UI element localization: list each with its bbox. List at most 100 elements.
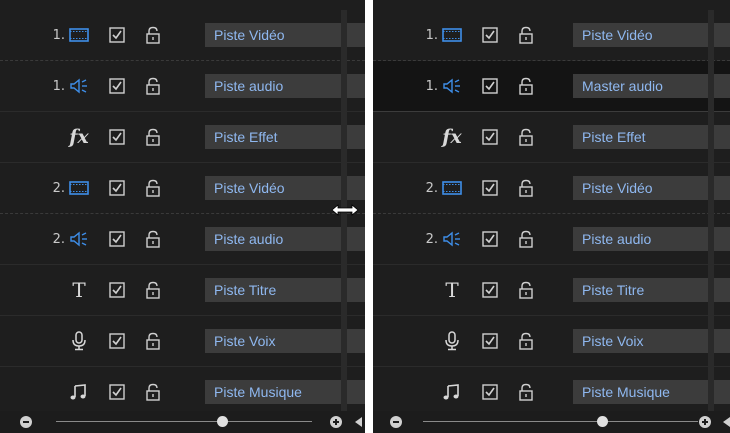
fx-icon: fx [442,126,462,148]
track-row-video[interactable]: 2. Piste Vidéo [0,163,365,214]
unlocked-padlock-icon[interactable] [517,332,535,350]
track-row-audio[interactable]: 1. Piste audio [0,61,365,112]
zoom-out-icon[interactable] [390,416,402,428]
speaker-icon [68,230,90,248]
zoom-slider-knob[interactable] [596,416,608,427]
music-glyph [443,384,459,400]
zoom-in-icon[interactable] [330,416,342,428]
music-glyph [70,384,86,400]
track-name-field[interactable]: Piste Titre [573,278,730,302]
film-glyph [442,181,462,195]
track-row-video[interactable]: 2. Piste Vidéo [373,163,730,214]
speaker-icon [441,230,463,248]
checkbox-icon[interactable] [108,26,126,44]
track-row-title[interactable]: T Piste Titre [0,265,365,316]
track-row-video[interactable]: 1. Piste Vidéo [0,10,365,61]
track-row-title[interactable]: T Piste Titre [373,265,730,316]
unlocked-padlock-icon[interactable] [517,77,535,95]
microphone-icon [68,331,90,351]
checkbox-icon[interactable] [108,179,126,197]
scroll-left-arrow-icon[interactable] [723,417,730,427]
unlocked-padlock-icon[interactable] [517,281,535,299]
title-icon: T [445,278,459,302]
microphone-icon [441,331,463,351]
checkbox-icon[interactable] [108,230,126,248]
track-index: 2. [52,180,65,196]
track-list: 1. Piste Vidéo 1. Piste audio fx Piste Eff… [0,10,365,418]
speaker-glyph [70,231,87,247]
track-row-voice[interactable]: Piste Voix [373,316,730,367]
track-name-field[interactable]: Piste audio [573,227,730,251]
speaker-icon [441,77,463,95]
track-row-audio[interactable]: 2. Piste audio [373,214,730,265]
zoom-slider-knob[interactable] [217,416,229,427]
zoom-in-icon[interactable] [699,416,711,428]
unlocked-padlock-icon[interactable] [517,128,535,146]
unlocked-padlock-icon[interactable] [517,383,535,401]
track-row-audio[interactable]: 1. Master audio [373,61,730,112]
track-name-field[interactable]: Master audio [573,74,730,98]
checkbox-icon[interactable] [481,383,499,401]
checkbox-icon[interactable] [108,281,126,299]
track-name-field[interactable]: Piste Musique [573,380,730,404]
track-row-effect[interactable]: fx Piste Effet [0,112,365,163]
resize-cursor-icon [331,204,359,216]
track-index: 2. [52,231,65,247]
checkbox-icon[interactable] [481,332,499,350]
fx-icon: fx [69,126,89,148]
track-index: 1. [425,78,438,94]
checkbox-icon[interactable] [481,230,499,248]
track-panel-before: 1. Piste Vidéo 1. Piste audio fx Piste Eff… [0,0,365,433]
unlocked-padlock-icon[interactable] [144,128,162,146]
film-icon [441,26,463,44]
film-icon [68,26,90,44]
track-name-field[interactable]: Piste Vidéo [573,176,730,200]
checkbox-icon[interactable] [481,26,499,44]
title-icon: T [72,278,86,302]
checkbox-icon[interactable] [108,332,126,350]
checkbox-icon[interactable] [481,77,499,95]
mic-glyph [445,331,459,351]
track-list: 1. Piste Vidéo 1. Master audio fx Piste Ef… [373,10,730,418]
unlocked-padlock-icon[interactable] [144,383,162,401]
checkbox-icon[interactable] [481,281,499,299]
unlocked-padlock-icon[interactable] [517,26,535,44]
track-name-field[interactable]: Piste Vidéo [573,23,730,47]
unlocked-padlock-icon[interactable] [144,77,162,95]
track-header-splitter[interactable] [708,10,714,411]
film-glyph [69,28,89,42]
checkbox-icon[interactable] [481,179,499,197]
zoom-slider-track[interactable] [423,421,698,422]
track-index: 1. [425,27,438,43]
zoom-bar [0,411,365,433]
zoom-bar [373,411,730,433]
unlocked-padlock-icon[interactable] [517,179,535,197]
unlocked-padlock-icon[interactable] [144,179,162,197]
track-name-field[interactable]: Piste Effet [573,125,730,149]
track-name-field[interactable]: Piste Voix [573,329,730,353]
unlocked-padlock-icon[interactable] [144,281,162,299]
unlocked-padlock-icon[interactable] [144,26,162,44]
unlocked-padlock-icon[interactable] [144,230,162,248]
track-panel-after: 1. Piste Vidéo 1. Master audio fx Piste Ef… [373,0,730,433]
checkbox-icon[interactable] [108,77,126,95]
track-row-video[interactable]: 1. Piste Vidéo [373,10,730,61]
track-index: 1. [52,78,65,94]
zoom-out-icon[interactable] [20,416,32,428]
zoom-slider-track[interactable] [56,421,312,422]
scroll-left-arrow-icon[interactable] [355,417,362,427]
checkbox-icon[interactable] [481,128,499,146]
track-row-audio[interactable]: 2. Piste audio [0,214,365,265]
music-note-icon [68,383,90,401]
unlocked-padlock-icon[interactable] [144,332,162,350]
speaker-glyph [443,231,460,247]
checkbox-icon[interactable] [108,383,126,401]
film-icon [68,179,90,197]
mic-glyph [72,331,86,351]
unlocked-padlock-icon[interactable] [517,230,535,248]
track-row-effect[interactable]: fx Piste Effet [373,112,730,163]
film-glyph [442,28,462,42]
checkbox-icon[interactable] [108,128,126,146]
track-index: 2. [425,231,438,247]
track-row-voice[interactable]: Piste Voix [0,316,365,367]
